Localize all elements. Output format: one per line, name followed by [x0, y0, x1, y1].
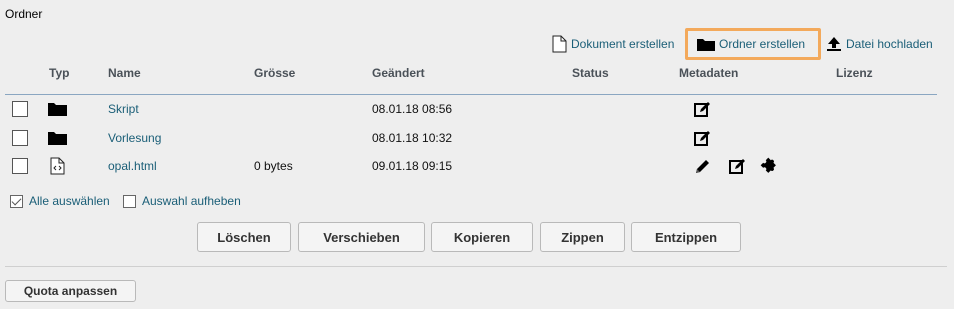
puzzle-icon[interactable] — [759, 157, 779, 175]
upload-file-link[interactable]: Datei hochladen — [826, 28, 933, 60]
upload-file-label: Datei hochladen — [846, 37, 933, 51]
deselect-checkbox[interactable] — [123, 194, 136, 208]
column-header-name[interactable]: Name — [108, 66, 141, 80]
file-name-link[interactable]: opal.html — [108, 152, 157, 180]
file-name-link[interactable]: Skript — [108, 95, 139, 123]
table-row: opal.html 0 bytes 09.01.18 09:15 — [0, 152, 954, 180]
adjust-quota-button[interactable]: Quota anpassen — [5, 280, 136, 302]
deselect-label: Auswahl aufheben — [142, 194, 241, 208]
create-document-label: Dokument erstellen — [571, 37, 675, 51]
row-checkbox[interactable] — [12, 130, 28, 146]
page-title: Ordner — [5, 7, 43, 21]
create-folder-link[interactable]: Ordner erstellen — [685, 28, 821, 60]
create-document-link[interactable]: Dokument erstellen — [552, 28, 674, 60]
column-header-metadata: Metadaten — [679, 66, 739, 80]
select-all-link[interactable]: Alle auswählen — [10, 194, 110, 208]
file-modified: 09.01.18 09:15 — [372, 159, 453, 173]
folder-icon — [697, 37, 715, 51]
select-all-checkbox[interactable] — [10, 194, 23, 208]
upload-icon — [826, 36, 842, 52]
folder-icon — [48, 124, 67, 152]
edit-metadata-icon[interactable] — [694, 130, 711, 147]
row-checkbox[interactable] — [12, 158, 28, 174]
edit-metadata-icon[interactable] — [729, 158, 746, 175]
unzip-button[interactable]: Entzippen — [631, 222, 741, 252]
document-icon — [552, 35, 567, 53]
copy-button[interactable]: Kopieren — [431, 222, 533, 252]
section-divider — [5, 266, 947, 267]
file-size: 0 bytes — [254, 159, 293, 173]
column-header-modified[interactable]: Geändert — [372, 66, 425, 80]
select-all-label: Alle auswählen — [29, 194, 110, 208]
column-header-license: Lizenz — [836, 66, 873, 80]
html-file-icon — [50, 152, 65, 180]
file-modified: 08.01.18 08:56 — [372, 102, 453, 116]
deselect-link[interactable]: Auswahl aufheben — [123, 194, 241, 208]
table-row: Skript 08.01.18 08:56 — [0, 95, 954, 123]
table-row: Vorlesung 08.01.18 10:32 — [0, 124, 954, 152]
column-header-status: Status — [572, 66, 609, 80]
toolbar: Dokument erstellen Ordner erstellen Date… — [0, 28, 954, 60]
edit-metadata-icon[interactable] — [694, 101, 711, 118]
delete-button[interactable]: Löschen — [197, 222, 291, 252]
create-folder-label: Ordner erstellen — [719, 37, 806, 51]
file-name-link[interactable]: Vorlesung — [108, 124, 161, 152]
folder-icon — [48, 95, 67, 123]
pencil-edit-icon[interactable] — [694, 158, 711, 175]
zip-button[interactable]: Zippen — [540, 222, 625, 252]
move-button[interactable]: Verschieben — [298, 222, 425, 252]
column-header-type[interactable]: Typ — [49, 66, 69, 80]
row-checkbox[interactable] — [12, 101, 28, 117]
file-modified: 08.01.18 10:32 — [372, 131, 453, 145]
column-header-size[interactable]: Grösse — [254, 66, 295, 80]
